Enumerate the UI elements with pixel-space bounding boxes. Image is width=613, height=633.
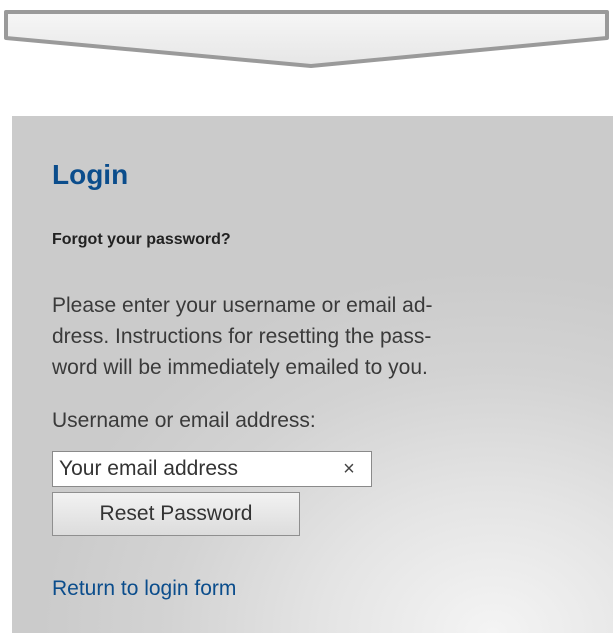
login-title: Login (52, 159, 129, 190)
instructions-line: word will be immediately emailed to you. (52, 356, 428, 379)
instructions-line: Please enter your username or email ad- (52, 294, 433, 317)
reset-password-button[interactable]: Reset Password (52, 492, 300, 536)
instructions-text: Please enter your username or email ad- … (52, 290, 572, 383)
login-panel: Login Forgot your password? Please enter… (12, 116, 613, 633)
instructions-line: dress. Instructions for resetting the pa… (52, 325, 432, 348)
forgot-password-heading: Forgot your password? (52, 231, 231, 248)
clear-icon[interactable]: × (339, 458, 359, 480)
username-field-label: Username or email address: (52, 409, 316, 432)
arrow-banner-icon (0, 10, 613, 72)
page: Login Forgot your password? Please enter… (0, 0, 613, 633)
email-field[interactable] (53, 452, 323, 486)
email-field-container: × (52, 451, 372, 487)
return-to-login-link[interactable]: Return to login form (52, 576, 236, 602)
